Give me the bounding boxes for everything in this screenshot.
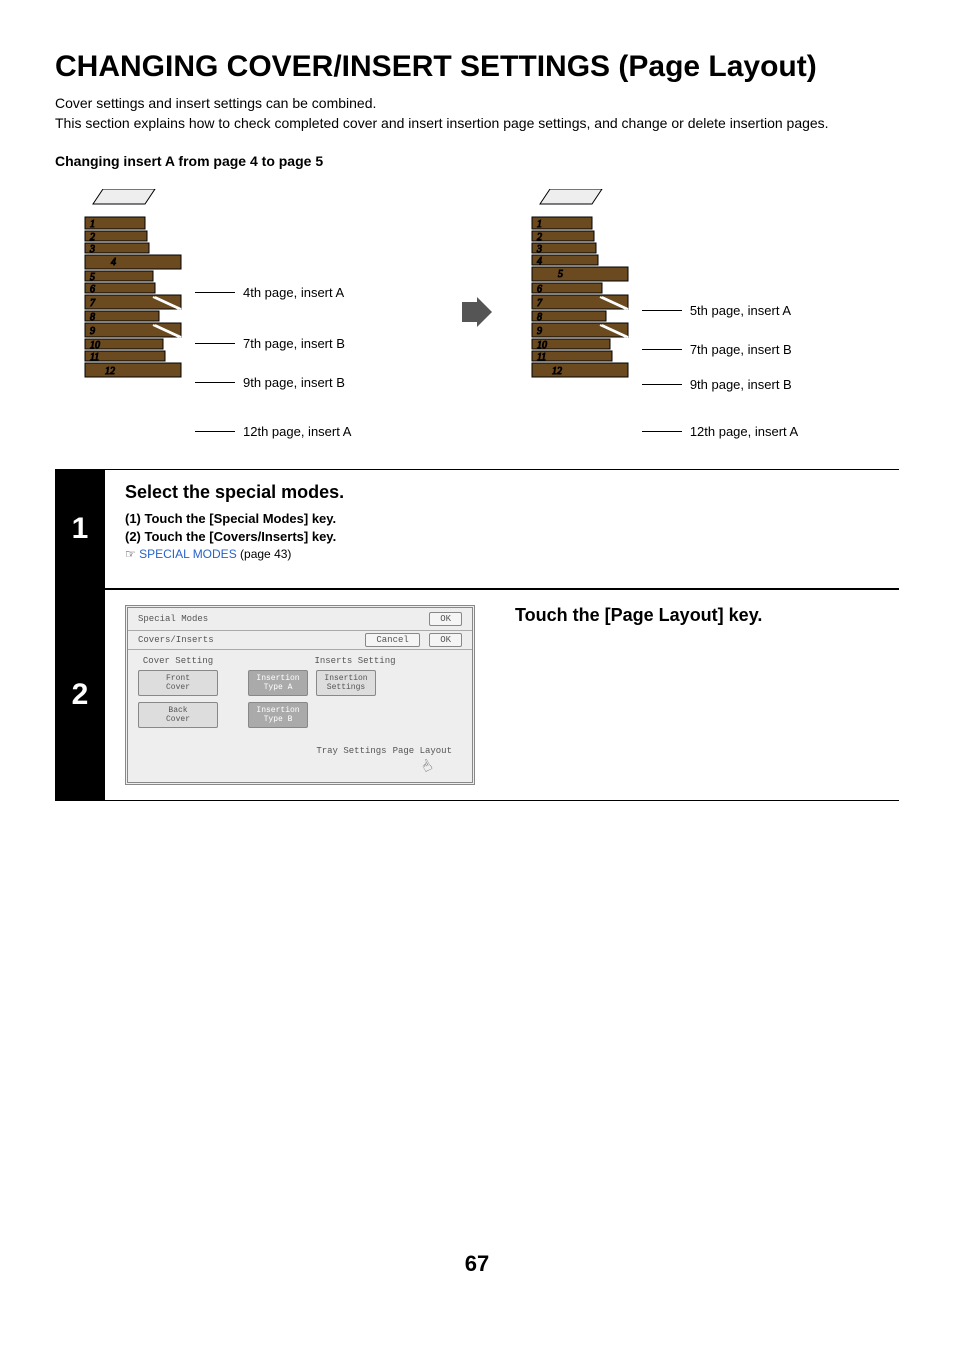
stack-svg-right: 1 2 3 4 5 6 7 8 9 10 11 12 <box>502 189 642 439</box>
front-cover-button[interactable]: Front Cover <box>138 670 218 696</box>
insertion-type-b-button[interactable]: Insertion Type B <box>248 702 308 728</box>
svg-text:5: 5 <box>90 272 95 283</box>
intro-line1: Cover settings and insert settings can b… <box>55 95 376 111</box>
hand-icon: ☝ <box>418 755 436 777</box>
label-r2: 7th page, insert B <box>690 342 792 357</box>
intro-text: Cover settings and insert settings can b… <box>55 94 899 133</box>
back-cover-button[interactable]: Back Cover <box>138 702 218 728</box>
right-diagram: 1 2 3 4 5 6 7 8 9 10 11 12 <box>502 189 899 439</box>
special-modes-link[interactable]: SPECIAL MODES <box>139 547 237 561</box>
step1-title: Select the special modes. <box>125 482 879 503</box>
svg-text:3: 3 <box>536 244 542 255</box>
step-2: 2 Special Modes OK Covers/Inserts Cancel… <box>55 589 899 801</box>
intro-line2: This section explains how to check compl… <box>55 115 829 131</box>
ok-button-inner[interactable]: OK <box>429 633 462 647</box>
svg-text:3: 3 <box>89 244 95 255</box>
label-l4: 12th page, insert A <box>243 424 351 439</box>
label-l2: 7th page, insert B <box>243 336 345 351</box>
cover-setting-label: Cover Setting <box>138 656 218 666</box>
left-diagram: 1 2 3 4 5 6 7 8 9 10 11 12 <box>55 189 452 439</box>
inserts-setting-label: Inserts Setting <box>248 656 462 666</box>
link-suffix: (page 43) <box>237 547 292 561</box>
arrow-icon <box>452 292 502 337</box>
svg-text:9: 9 <box>90 326 95 337</box>
svg-text:9: 9 <box>537 326 542 337</box>
label-l1: 4th page, insert A <box>243 285 344 300</box>
page-title: CHANGING COVER/INSERT SETTINGS (Page Lay… <box>55 50 899 84</box>
page-number: 67 <box>55 1251 899 1277</box>
panel-covers-inserts: Covers/Inserts <box>138 635 214 645</box>
svg-text:11: 11 <box>537 352 546 363</box>
step2-title: Touch the [Page Layout] key. <box>515 605 762 626</box>
svg-text:2: 2 <box>537 232 542 243</box>
step-1: 1 Select the special modes. (1) Touch th… <box>55 469 899 589</box>
stack-svg-left: 1 2 3 4 5 6 7 8 9 10 11 12 <box>55 189 195 439</box>
insertion-type-a-button[interactable]: Insertion Type A <box>248 670 308 696</box>
svg-text:4: 4 <box>111 257 116 268</box>
tray-settings-button[interactable]: Tray Settings <box>316 746 386 756</box>
ok-button-top[interactable]: OK <box>429 612 462 626</box>
svg-text:6: 6 <box>90 284 95 295</box>
svg-text:12: 12 <box>552 366 562 377</box>
svg-text:1: 1 <box>537 219 542 230</box>
cancel-button[interactable]: Cancel <box>365 633 419 647</box>
right-stack-icon: 1 2 3 4 5 6 7 8 9 10 11 12 <box>502 189 642 439</box>
step1-sub1: (1) Touch the [Special Modes] key. <box>125 511 879 526</box>
diagram-section: 1 2 3 4 5 6 7 8 9 10 11 12 <box>55 189 899 439</box>
label-r4: 12th page, insert A <box>690 424 798 439</box>
svg-text:4: 4 <box>537 256 542 267</box>
svg-text:6: 6 <box>537 284 542 295</box>
label-l3: 9th page, insert B <box>243 375 345 390</box>
pointer-icon: ☞ <box>125 547 136 561</box>
step1-number: 1 <box>55 470 105 588</box>
changing-subheading: Changing insert A from page 4 to page 5 <box>55 153 899 169</box>
svg-text:2: 2 <box>90 232 95 243</box>
svg-text:8: 8 <box>537 312 542 323</box>
svg-text:1: 1 <box>90 219 95 230</box>
step1-sub2: (2) Touch the [Covers/Inserts] key. <box>125 529 879 544</box>
svg-text:10: 10 <box>537 340 547 351</box>
page-layout-button[interactable]: Page Layout <box>393 746 452 756</box>
svg-text:11: 11 <box>90 352 99 363</box>
step2-number: 2 <box>55 590 105 800</box>
svg-text:8: 8 <box>90 312 95 323</box>
panel-special-modes: Special Modes <box>138 614 208 624</box>
left-stack-icon: 1 2 3 4 5 6 7 8 9 10 11 12 <box>55 189 195 439</box>
right-labels: 5th page, insert A 7th page, insert B 9t… <box>642 225 798 439</box>
label-r3: 9th page, insert B <box>690 377 792 392</box>
label-r1: 5th page, insert A <box>690 303 791 318</box>
left-labels: 4th page, insert A 7th page, insert B 9t… <box>195 220 351 439</box>
svg-text:5: 5 <box>558 269 563 280</box>
svg-text:12: 12 <box>105 366 115 377</box>
insertion-settings-button[interactable]: Insertion Settings <box>316 670 376 696</box>
covers-inserts-panel: Special Modes OK Covers/Inserts Cancel O… <box>125 605 475 785</box>
svg-text:10: 10 <box>90 340 100 351</box>
